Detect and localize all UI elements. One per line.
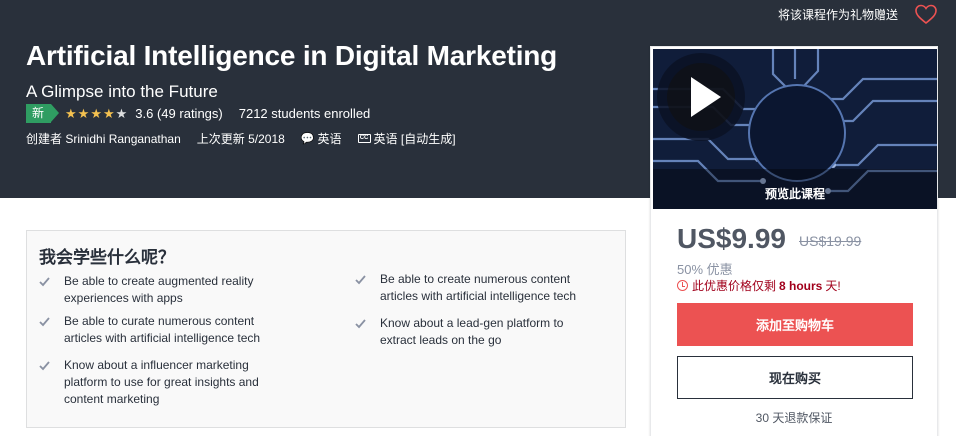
original-price: US$19.99 xyxy=(799,233,862,249)
star-icon: ★ xyxy=(77,105,90,121)
course-captions: 英语 [自动生成] xyxy=(373,131,456,146)
students-enrolled: 7212 students enrolled xyxy=(238,105,371,121)
money-back-guarantee: 30 天退款保证 xyxy=(755,411,833,425)
rating-count[interactable]: 3.6 (49 ratings) xyxy=(135,106,222,121)
closed-captions-icon: CC xyxy=(357,133,371,143)
rating-stars: ★ ★ ★ ★ ★ xyxy=(65,107,128,120)
list-item: Be able to create augmented reality expe… xyxy=(39,273,284,307)
star-icon: ★ xyxy=(90,105,102,121)
learn-title: 我会学些什么呢？ xyxy=(39,248,175,267)
gift-course-link[interactable]: 将该课程作为礼物赠送 xyxy=(778,6,898,23)
list-item: Know about a influencer marketing platfo… xyxy=(39,357,284,408)
add-to-cart-button[interactable]: 添加至购物车 xyxy=(677,303,913,346)
checkmark-icon xyxy=(39,317,50,327)
countdown-time: 8 hours xyxy=(779,278,823,293)
current-price: US$9.99 xyxy=(677,223,786,254)
course-title: Artificial Intelligence in Digital Marke… xyxy=(26,40,558,71)
discount-percent: 50% 优惠 xyxy=(677,262,733,277)
checkmark-icon xyxy=(39,361,50,371)
star-icon: ★ xyxy=(65,105,77,121)
course-creator[interactable]: 创建者 Srinidhi Ranganathan xyxy=(26,130,181,147)
course-subtitle: A Glimpse into the Future xyxy=(26,82,218,101)
rating-row: 新 ★ ★ ★ ★ ★ 3.6 (49 ratings) 7212 studen… xyxy=(26,103,370,123)
list-item: Be able to create numerous content artic… xyxy=(355,271,600,305)
speech-bubble-icon: 💬 xyxy=(300,132,315,145)
checkmark-icon xyxy=(355,275,366,285)
purchase-sidebar: 预览此课程 US$9.99 US$19.99 50% 优惠 此优惠价格仅剩 8 … xyxy=(650,46,938,436)
meta-row: 创建者 Srinidhi Ranganathan 上次更新 5/2018 💬 英… xyxy=(26,130,456,146)
buy-now-button[interactable]: 现在购买 xyxy=(677,356,913,399)
list-item: Know about a lead-gen platform to extrac… xyxy=(355,315,600,349)
countdown: 此优惠价格仅剩 8 hours 天! xyxy=(677,277,841,294)
checkmark-icon xyxy=(355,319,366,329)
heart-icon[interactable] xyxy=(914,3,938,25)
course-preview[interactable]: 预览此课程 xyxy=(653,49,937,209)
star-empty-icon: ★ xyxy=(115,105,128,121)
checkmark-icon xyxy=(39,277,50,287)
new-badge: 新 xyxy=(26,103,60,123)
star-icon: ★ xyxy=(102,105,115,121)
list-item: Be able to curate numerous content artic… xyxy=(39,313,284,347)
what-you-will-learn: 我会学些什么呢？ Be able to create augmented rea… xyxy=(26,230,626,428)
last-updated: 上次更新 5/2018 xyxy=(196,131,285,146)
course-language: 英语 xyxy=(317,131,342,146)
play-icon[interactable] xyxy=(653,49,749,145)
clock-icon xyxy=(677,280,688,291)
preview-label[interactable]: 预览此课程 xyxy=(653,185,937,202)
